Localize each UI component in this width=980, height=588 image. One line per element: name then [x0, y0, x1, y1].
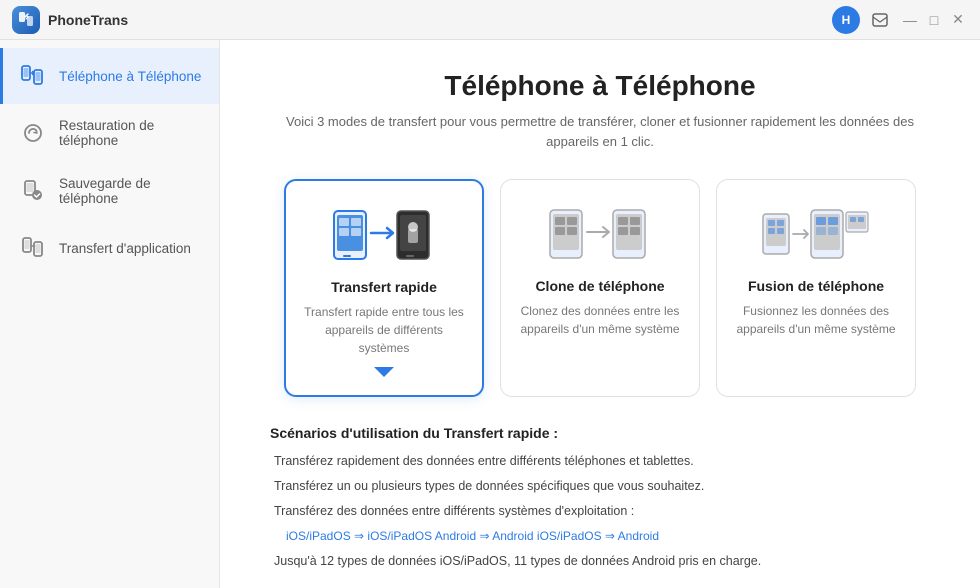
scenarios-list: Transférez rapidement des données entre …: [270, 451, 930, 571]
email-button[interactable]: [866, 6, 894, 34]
sidebar-item-phone-to-phone[interactable]: Téléphone à Téléphone: [0, 48, 219, 104]
sidebar: Téléphone à Téléphone Restauration de té…: [0, 40, 220, 588]
restore-icon: [19, 119, 47, 147]
app-transfer-icon: [19, 234, 47, 262]
main-layout: Téléphone à Téléphone Restauration de té…: [0, 40, 980, 588]
minimize-button[interactable]: —: [900, 10, 920, 30]
mode-cards: Transfert rapide Transfert rapide entre …: [260, 179, 940, 397]
scenario-item-5: Jusqu'à 12 types de données iOS/iPadOS, …: [270, 551, 930, 571]
phone-to-phone-icon: [19, 62, 47, 90]
scenarios-section: Scénarios d'utilisation du Transfert rap…: [260, 425, 940, 571]
titlebar-right: H — □ ✕: [832, 6, 968, 34]
scenarios-title: Scénarios d'utilisation du Transfert rap…: [270, 425, 930, 441]
card-merge-title: Fusion de téléphone: [735, 278, 897, 294]
card-fast-transfer-desc: Transfert rapide entre tous les appareil…: [304, 303, 464, 357]
backup-icon: [19, 177, 47, 205]
card-fast-transfer-title: Transfert rapide: [304, 279, 464, 295]
merge-icon-area: [735, 202, 897, 266]
titlebar-left: PhoneTrans: [12, 6, 128, 34]
window-controls: — □ ✕: [900, 10, 968, 30]
card-fast-transfer[interactable]: Transfert rapide Transfert rapide entre …: [284, 179, 484, 397]
clone-icon-area: [519, 202, 681, 266]
sidebar-item-app-transfer[interactable]: Transfert d'application: [0, 220, 219, 276]
card-merge[interactable]: Fusion de téléphone Fusionnez les donnée…: [716, 179, 916, 397]
sidebar-label-backup: Sauvegarde de téléphone: [59, 176, 203, 206]
scenario-item-3: Transférez des données entre différents …: [270, 501, 930, 521]
fast-transfer-icon-area: [304, 203, 464, 267]
card-clone[interactable]: Clone de téléphone Clonez des données en…: [500, 179, 700, 397]
titlebar: PhoneTrans H — □ ✕: [0, 0, 980, 40]
card-clone-desc: Clonez des données entre les appareils d…: [519, 302, 681, 338]
card-merge-desc: Fusionnez les données des appareils d'un…: [735, 302, 897, 338]
page-title: Téléphone à Téléphone: [260, 70, 940, 102]
sidebar-item-backup[interactable]: Sauvegarde de téléphone: [0, 162, 219, 220]
sidebar-label-phone-to-phone: Téléphone à Téléphone: [59, 69, 201, 84]
scenario-item-1: Transférez rapidement des données entre …: [270, 451, 930, 471]
app-title-text: PhoneTrans: [48, 12, 128, 28]
scenario-item-2: Transférez un ou plusieurs types de donn…: [270, 476, 930, 496]
card-clone-title: Clone de téléphone: [519, 278, 681, 294]
sidebar-label-restore: Restauration de téléphone: [59, 118, 203, 148]
sidebar-label-app-transfer: Transfert d'application: [59, 241, 191, 256]
sidebar-item-restore[interactable]: Restauration de téléphone: [0, 104, 219, 162]
avatar-button[interactable]: H: [832, 6, 860, 34]
close-button[interactable]: ✕: [948, 10, 968, 30]
maximize-button[interactable]: □: [924, 10, 944, 30]
app-logo: [12, 6, 40, 34]
page-subtitle: Voici 3 modes de transfert pour vous per…: [260, 112, 940, 151]
scenario-item-4: iOS/iPadOS ⇒ iOS/iPadOS Android ⇒ Androi…: [270, 526, 930, 546]
main-content: Téléphone à Téléphone Voici 3 modes de t…: [220, 40, 980, 588]
